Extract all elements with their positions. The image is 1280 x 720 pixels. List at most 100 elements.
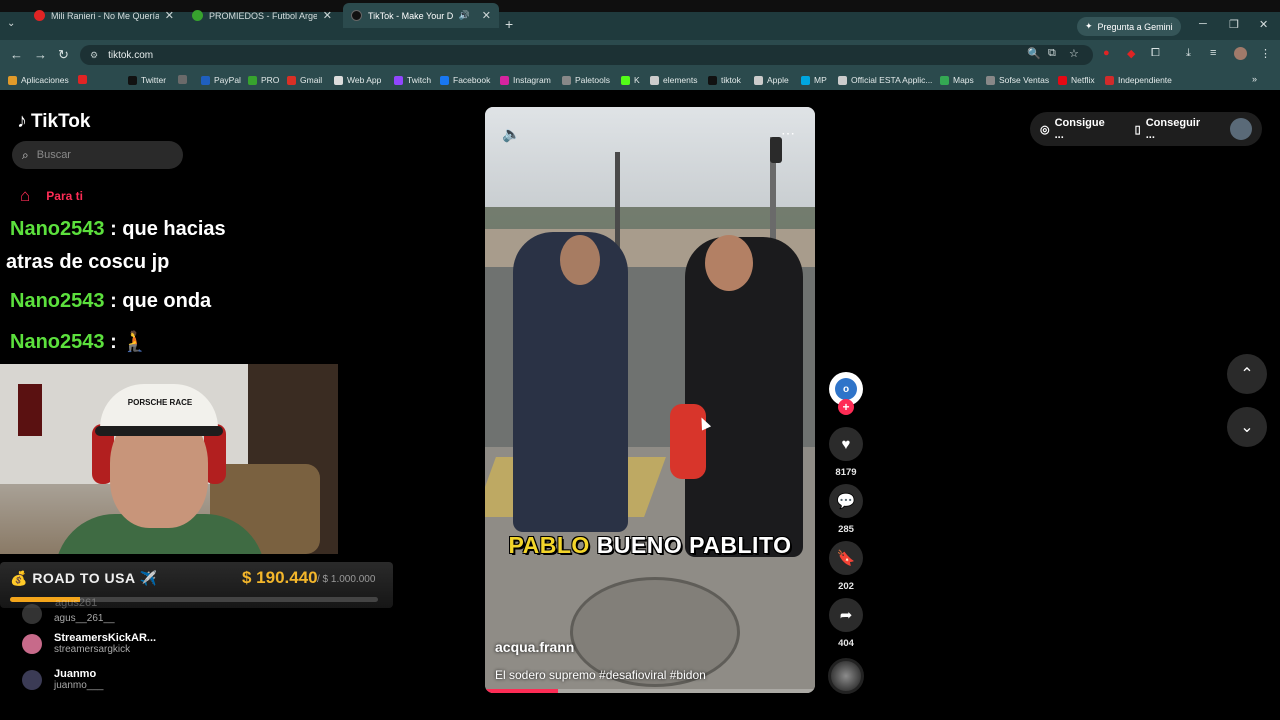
forward-button[interactable]: →	[34, 47, 47, 62]
close-window-button[interactable]: ✕	[1259, 18, 1268, 31]
comment-button[interactable]: 💬	[829, 484, 863, 518]
new-tab-button[interactable]: +	[505, 16, 513, 32]
tab-promiedos[interactable]: PROMIEDOS - Futbol Argentin ✕	[184, 3, 340, 28]
close-tab-icon[interactable]: ✕	[482, 9, 491, 22]
extensions-puzzle-icon[interactable]: ⧠	[1151, 47, 1160, 60]
save-button[interactable]: 🔖	[829, 541, 863, 575]
bookmark-item[interactable]: Maps	[940, 75, 974, 85]
zoom-icon[interactable]: 🔍	[1027, 47, 1041, 60]
account-handle: agus__261__	[54, 612, 115, 624]
video-author[interactable]: acqua.frann	[495, 639, 574, 655]
following-account[interactable]: Juanmo juanmo___	[22, 668, 103, 691]
volume-icon[interactable]: 🔈	[502, 125, 521, 143]
nav-for-you[interactable]: ⌂ Para ti	[20, 186, 83, 206]
bookmark-item[interactable]: Facebook	[440, 75, 490, 85]
follow-button[interactable]: +	[838, 399, 854, 415]
search-input[interactable]: ⌕ Buscar	[12, 141, 183, 169]
bookmark-favicon-icon	[440, 75, 449, 85]
extension-red-icon[interactable]: ●	[1103, 47, 1110, 59]
share-button[interactable]: ➦	[829, 598, 863, 632]
bookmark-favicon-icon	[201, 75, 210, 85]
bookmark-item[interactable]: Aplicaciones	[8, 75, 69, 85]
share-icon: ➦	[839, 607, 853, 624]
top-right-actions: ◎ Consigue ... ▯ Conseguir ...	[1030, 112, 1262, 146]
close-tab-icon[interactable]: ✕	[323, 9, 332, 22]
gemini-button[interactable]: ✦ Pregunta a Gemini	[1077, 17, 1181, 36]
bookmark-item[interactable]: Instagram	[500, 75, 551, 85]
bookmark-item[interactable]: tiktok	[708, 75, 741, 85]
browser-menu-icon[interactable]: ⋮	[1260, 47, 1271, 60]
avatar	[22, 669, 42, 690]
goal-target: / $ 1.000.000	[317, 574, 376, 585]
bookmark-item[interactable]: Independiente	[1105, 75, 1172, 85]
restore-button[interactable]: ❐	[1229, 18, 1239, 31]
like-button[interactable]: ♥	[829, 427, 863, 461]
tab-search-button[interactable]: ⌄	[7, 18, 15, 29]
address-bar[interactable]: ⚙ tiktok.com	[80, 45, 1093, 65]
previous-video-button[interactable]: ⌃	[1227, 354, 1267, 394]
bookmark-item[interactable]: PayPal	[201, 75, 241, 85]
bookmark-favicon-icon	[78, 75, 87, 84]
bookmark-item[interactable]: elements	[650, 75, 698, 85]
get-coins-button[interactable]: ◎ Consigue ...	[1040, 117, 1117, 141]
bookmark-label: Apple	[767, 75, 789, 85]
save-count: 202	[838, 581, 854, 592]
close-tab-icon[interactable]: ✕	[165, 9, 174, 22]
bookmark-label: Web App	[347, 75, 382, 85]
bookmark-favicon-icon	[940, 75, 949, 85]
bookmark-item[interactable]: PRO	[248, 75, 279, 85]
bookmark-item[interactable]	[78, 75, 87, 84]
chat-text: : que onda	[110, 290, 212, 312]
video-description[interactable]: El sodero supremo #desafioviral #bidon	[495, 668, 706, 682]
back-button[interactable]: ←	[10, 47, 23, 62]
tab-tiktok[interactable]: TikTok - Make Your Day 🔊 ✕	[343, 3, 499, 28]
tab-mili-ranieri[interactable]: Mili Ranieri - No Me Querías A ✕	[26, 3, 182, 28]
bookmark-item[interactable]: K	[621, 75, 640, 85]
more-options-icon[interactable]: ⋯	[781, 125, 795, 142]
home-icon: ⌂	[20, 186, 31, 205]
download-icon[interactable]: ⤓	[1186, 47, 1191, 60]
bookmark-item[interactable]	[178, 75, 187, 84]
bookmark-item[interactable]: Apple	[754, 75, 789, 85]
minimize-button[interactable]: ─	[1199, 18, 1207, 30]
reload-button[interactable]: ↻	[58, 47, 69, 63]
bookmark-label: Facebook	[453, 75, 491, 85]
bookmark-label: Official ESTA Applic...	[851, 75, 933, 85]
site-info-icon[interactable]: ⚙	[90, 50, 98, 61]
bookmark-item[interactable]: Official ESTA Applic...	[838, 75, 932, 85]
user-avatar[interactable]	[1230, 118, 1252, 140]
following-account[interactable]: StreamersKickAR... streamersargkick	[22, 632, 156, 655]
account-handle: juanmo___	[54, 680, 104, 691]
profile-avatar[interactable]	[1234, 47, 1247, 60]
video-player[interactable]: 🔈 ⋯ PABLO BUENO PABLITO acqua.frann El s…	[485, 107, 815, 693]
following-account[interactable]: agus__261__	[22, 604, 115, 624]
music-disc-icon[interactable]	[828, 658, 864, 694]
bookmark-label: Gmail	[300, 75, 323, 85]
tiktok-logo[interactable]: ♪ TikTok	[17, 110, 90, 133]
bookmark-item[interactable]: Netflix	[1058, 75, 1095, 85]
tiktok-tab-icon	[351, 10, 362, 21]
video-progress-bar[interactable]	[485, 689, 815, 693]
tiktok-wordmark: TikTok	[31, 110, 91, 132]
extension-ghost-icon[interactable]: ◆	[1127, 47, 1135, 60]
install-app-icon[interactable]: ⧉	[1048, 47, 1056, 60]
bookmark-item[interactable]: MP	[801, 75, 827, 85]
bookmark-favicon-icon	[1058, 75, 1067, 85]
bookmark-item[interactable]: Paletools	[562, 75, 610, 85]
bookmark-favicon-icon	[650, 75, 659, 85]
tiktok-note-icon: ♪	[17, 110, 27, 132]
bookmark-item[interactable]: Twitch	[394, 75, 431, 85]
next-video-button[interactable]: ⌄	[1227, 407, 1267, 447]
chat-message-continuation: atras de coscu jp	[6, 251, 169, 274]
bookmark-item[interactable]: Twitter	[128, 75, 166, 85]
bookmark-item[interactable]: Web App	[334, 75, 381, 85]
streamer-webcam: PORSCHE RACE	[0, 364, 338, 554]
media-control-icon[interactable]: ≡	[1210, 47, 1216, 59]
bookmark-star-icon[interactable]: ☆	[1069, 47, 1079, 60]
get-app-button[interactable]: ▯ Conseguir ...	[1135, 117, 1212, 141]
audio-playing-icon[interactable]: 🔊	[459, 10, 470, 21]
bookmark-item[interactable]: Sofse Ventas	[986, 75, 1049, 85]
bookmark-item[interactable]: Gmail	[287, 75, 322, 85]
bookmark-favicon-icon	[708, 75, 717, 85]
bookmarks-overflow-icon[interactable]: »	[1252, 74, 1257, 84]
